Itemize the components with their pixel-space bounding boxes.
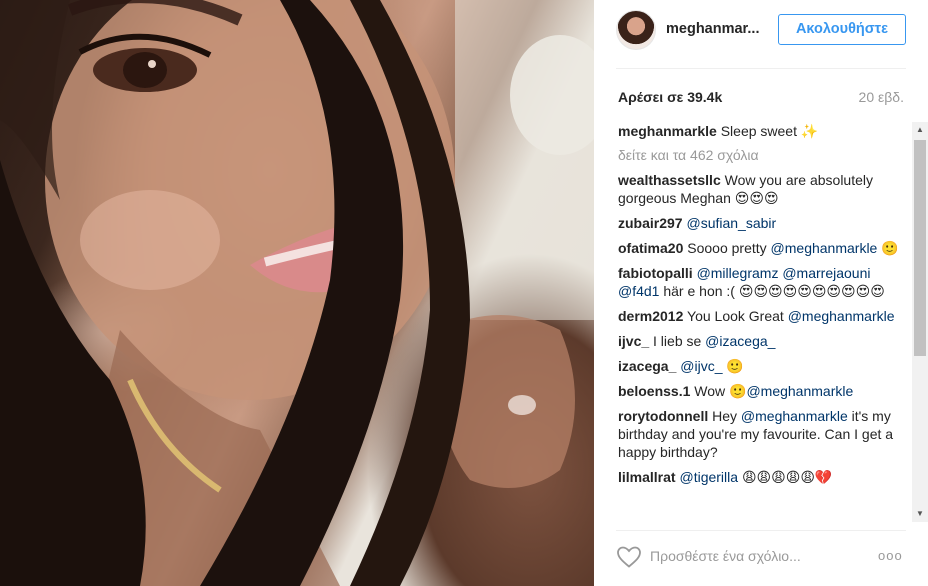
scroll-down-arrow-icon[interactable]: ▼ <box>912 506 928 522</box>
mention-link[interactable]: @millegramz <box>697 265 779 281</box>
comment-text: 😩😩😩😩😩💔 <box>738 469 833 485</box>
comment-item: ofatima20 Soooo pretty @meghanmarkle 🙂 <box>618 239 908 257</box>
comment-text: I lieb se <box>649 333 706 349</box>
mention-link[interactable]: @izacega_ <box>705 333 775 349</box>
mention-link[interactable]: @tigerilla <box>679 469 738 485</box>
comment-username[interactable]: izacega_ <box>618 358 676 374</box>
comment-text: Soooo pretty <box>683 240 771 256</box>
comment-username[interactable]: ijvc_ <box>618 333 649 349</box>
mention-link[interactable]: @meghanmarkle <box>741 408 848 424</box>
comment-text: Hey <box>708 408 741 424</box>
comment-input[interactable] <box>650 543 870 569</box>
comment-item: fabiotopalli @millegramz @marrejaouni @f… <box>618 264 908 300</box>
comment-text: Wow 🙂 <box>690 383 747 399</box>
caption-text: Sleep sweet ✨ <box>716 123 819 139</box>
comments-scrollbar[interactable]: ▲ ▼ <box>912 122 928 522</box>
mention-link[interactable]: @sufian_sabir <box>686 215 776 231</box>
comment-username[interactable]: ofatima20 <box>618 240 683 256</box>
heart-outline-icon[interactable] <box>616 545 642 569</box>
comment-text: You Look Great <box>683 308 788 324</box>
comment-username[interactable]: wealthassetsllc <box>618 172 721 188</box>
comment-username[interactable]: zubair297 <box>618 215 683 231</box>
comment-text: här e hon :( 😍😍😍😍😍😍😍😍😍😍 <box>659 283 885 299</box>
mention-link[interactable]: @f4d1 <box>618 283 659 299</box>
comment-item: beloenss.1 Wow 🙂@meghanmarkle <box>618 382 908 400</box>
comment-item: wealthassetsllc Wow you are absolutely g… <box>618 171 908 207</box>
comment-item: zubair297 @sufian_sabir <box>618 214 908 232</box>
likes-count[interactable]: Αρέσει σε 39.4k <box>618 89 722 105</box>
caption: meghanmarkle Sleep sweet ✨ <box>618 122 908 140</box>
header-divider <box>616 68 906 69</box>
scroll-up-arrow-icon[interactable]: ▲ <box>912 122 928 138</box>
post-photo[interactable] <box>0 0 594 586</box>
mention-link[interactable]: @ijvc_ <box>680 358 722 374</box>
mention-link[interactable]: @meghanmarkle <box>771 240 878 256</box>
comment-username[interactable]: fabiotopalli <box>618 265 693 281</box>
mention-link[interactable]: @meghanmarkle <box>788 308 895 324</box>
comment-item: derm2012 You Look Great @meghanmarkle <box>618 307 908 325</box>
avatar[interactable] <box>616 10 656 50</box>
post-time[interactable]: 20 εβδ. <box>859 89 904 105</box>
mention-link[interactable]: @marrejaouni <box>782 265 870 281</box>
more-options-icon[interactable]: ooo <box>878 548 903 563</box>
scroll-thumb[interactable] <box>914 140 926 356</box>
comment-footer: ooo <box>594 531 928 586</box>
comments-list: meghanmarkle Sleep sweet ✨ δείτε και τα … <box>618 122 908 522</box>
comment-username[interactable]: beloenss.1 <box>618 383 690 399</box>
comment-username[interactable]: derm2012 <box>618 308 683 324</box>
post-header: meghanmar... Ακολουθήστε <box>594 0 928 68</box>
comment-text: 🙂 <box>722 358 744 374</box>
mention-link[interactable]: @meghanmarkle <box>746 383 853 399</box>
comment-item: lilmallrat @tigerilla 😩😩😩😩😩💔 <box>618 468 908 486</box>
comment-item: ijvc_ I lieb se @izacega_ <box>618 332 908 350</box>
comment-item: izacega_ @ijvc_ 🙂 <box>618 357 908 375</box>
photo-illustration <box>0 0 594 586</box>
comment-username[interactable]: lilmallrat <box>618 469 676 485</box>
comment-username[interactable]: rorytodonnell <box>618 408 708 424</box>
caption-username[interactable]: meghanmarkle <box>618 123 717 139</box>
comment-text: 🙂 <box>877 240 899 256</box>
post-details-panel: meghanmar... Ακολουθήστε Αρέσει σε 39.4k… <box>594 0 928 586</box>
view-all-comments-link[interactable]: δείτε και τα 462 σχόλια <box>618 146 908 164</box>
follow-button[interactable]: Ακολουθήστε <box>778 14 906 45</box>
comment-entries: wealthassetsllc Wow you are absolutely g… <box>618 171 908 486</box>
header-username[interactable]: meghanmar... <box>666 21 759 37</box>
comment-item: rorytodonnell Hey @meghanmarkle it's my … <box>618 407 908 461</box>
